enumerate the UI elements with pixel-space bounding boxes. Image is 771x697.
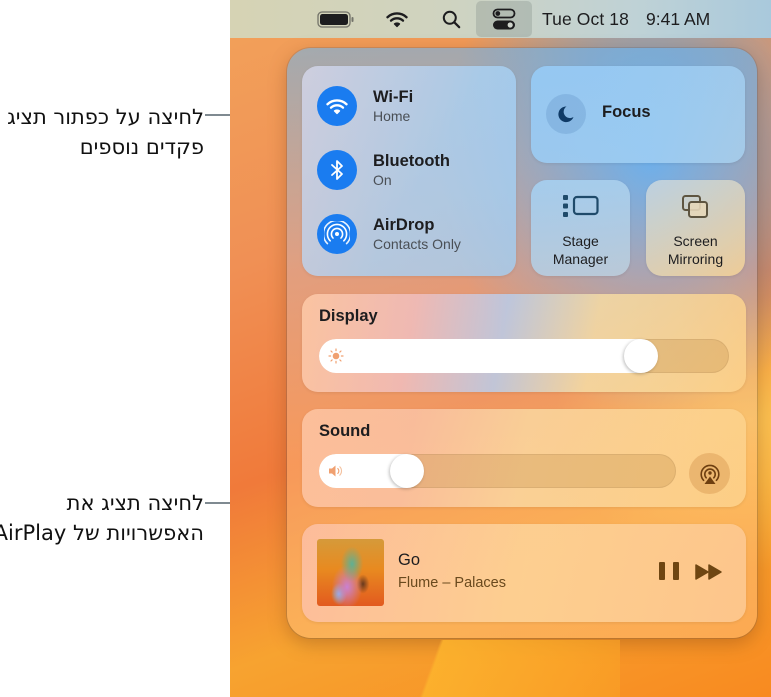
screen-mirroring-button[interactable]: Screen Mirroring [646, 180, 745, 276]
focus-button[interactable]: Focus [531, 66, 745, 163]
airdrop-toggle[interactable]: AirDrop Contacts Only [317, 214, 461, 254]
desktop-wallpaper: Tue Oct 18 9:41 AM Wi-Fi Home Bluetooth … [230, 0, 771, 697]
stage-manager-label: Stage Manager [552, 233, 609, 267]
callout-controls-button: לחיצה על כפתור תציג פקדים נוספים [7, 105, 204, 159]
menu-bar-time[interactable]: 9:41 AM [646, 0, 710, 38]
menu-bar-date[interactable]: Tue Oct 18 [542, 0, 629, 38]
network-tile[interactable]: Wi-Fi Home Bluetooth On AirDrop Contacts… [302, 66, 516, 276]
control-center-panel: Wi-Fi Home Bluetooth On AirDrop Contacts… [287, 48, 757, 638]
bluetooth-subtitle: On [373, 171, 392, 188]
track-artist-album: Flume – Palaces [398, 575, 506, 591]
bluetooth-title: Bluetooth [373, 151, 450, 170]
callout-airplay: לחיצה תציג את האפשרויות של AirPlay. [0, 491, 204, 545]
menu-bar: Tue Oct 18 9:41 AM [230, 0, 771, 38]
wifi-icon[interactable] [317, 86, 357, 126]
sound-module: Sound [302, 409, 746, 507]
wifi-subtitle: Home [373, 107, 411, 124]
airplay-audio-button[interactable] [689, 453, 730, 494]
album-art[interactable] [317, 539, 384, 606]
bluetooth-toggle[interactable]: Bluetooth On [317, 150, 450, 190]
battery-icon[interactable] [314, 0, 358, 38]
now-playing-module: Go Flume – Palaces [302, 524, 746, 622]
sound-label: Sound [319, 422, 371, 440]
track-title: Go [398, 551, 421, 569]
control-center-icon[interactable] [476, 1, 532, 37]
display-label: Display [319, 307, 378, 325]
stage-manager-icon [562, 195, 599, 217]
airdrop-subtitle: Contacts Only [373, 235, 461, 252]
stage-manager-button[interactable]: Stage Manager [531, 180, 630, 276]
moon-icon [546, 94, 586, 134]
display-module: Display [302, 294, 746, 392]
wifi-toggle[interactable]: Wi-Fi Home [317, 86, 413, 126]
brightness-slider-knob[interactable] [624, 339, 658, 373]
brightness-slider[interactable] [319, 339, 729, 373]
wifi-icon[interactable] [382, 0, 412, 38]
search-icon[interactable] [436, 0, 466, 38]
wifi-title: Wi-Fi [373, 87, 414, 106]
airplay-audio-icon [699, 464, 720, 484]
forward-icon[interactable] [695, 563, 723, 581]
volume-slider[interactable] [319, 454, 676, 488]
volume-slider-knob[interactable] [390, 454, 424, 488]
focus-label: Focus [602, 103, 651, 121]
airdrop-title: AirDrop [373, 215, 435, 234]
brightness-slider-fill [319, 339, 641, 373]
screen-mirroring-label: Screen Mirroring [667, 233, 724, 267]
bluetooth-icon[interactable] [317, 150, 357, 190]
speaker-icon [329, 465, 342, 477]
sun-icon [328, 348, 344, 364]
pause-icon[interactable] [659, 562, 679, 582]
screen-mirroring-icon [681, 195, 708, 218]
airdrop-icon[interactable] [317, 214, 357, 254]
